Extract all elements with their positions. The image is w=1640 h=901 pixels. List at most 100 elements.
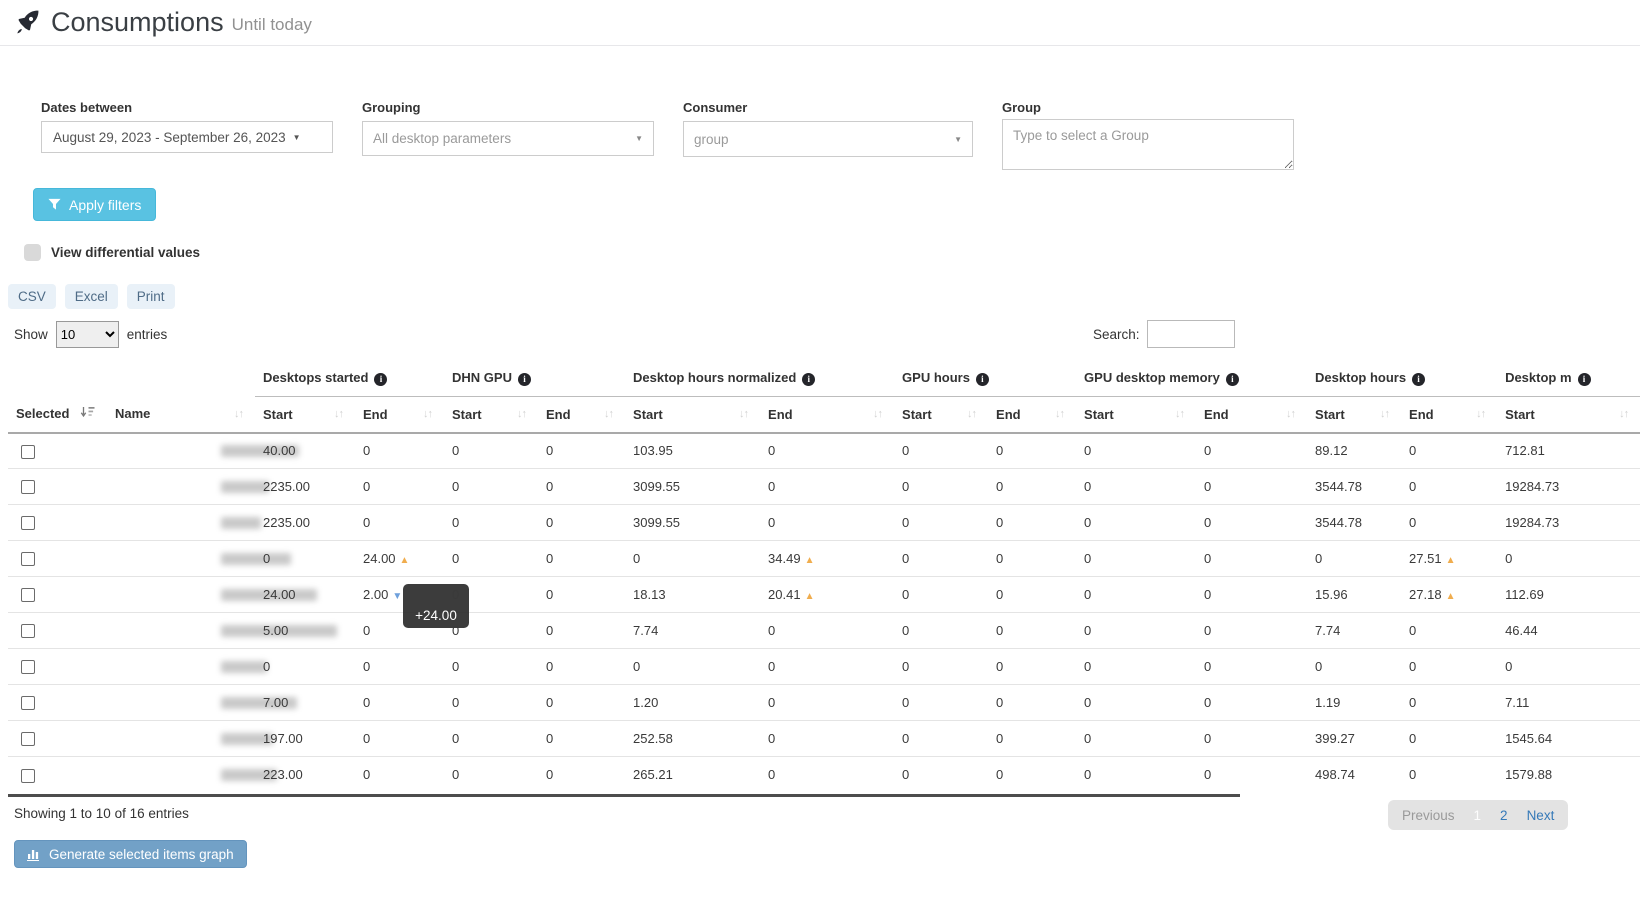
excel-button[interactable]: Excel [65,284,118,309]
cell-value: 0 [452,623,459,638]
page-button-2[interactable]: 2 [1500,808,1508,823]
value-cell: 0 [894,505,988,541]
name-cell [107,721,255,757]
sort-icon[interactable]: ↓↑ [334,408,343,420]
info-icon[interactable]: i [1412,373,1425,386]
sort-icon[interactable]: ↓↑ [423,408,432,420]
info-icon[interactable]: i [802,373,815,386]
cell-value: 3544.78 [1315,515,1362,530]
group-header: GPU hoursi [894,360,1076,396]
column-header-start[interactable]: Start↓↑ [1076,396,1196,433]
sort-icon[interactable]: ↓↑ [1286,408,1295,420]
sort-icon[interactable]: ↓↑ [517,408,526,420]
print-button[interactable]: Print [127,284,175,309]
cell-value: 19284.73 [1505,479,1559,494]
row-checkbox[interactable] [21,516,35,530]
page-length-select[interactable]: 10 [56,321,119,348]
cell-value: 0 [902,731,909,746]
column-header-start[interactable]: Start↓↑ [255,396,355,433]
value-cell: 0 [988,721,1076,757]
column-header-label: Start [633,407,663,422]
sort-icon[interactable]: ↓↑ [873,408,882,420]
sort-icon[interactable]: ↓↑ [234,408,243,420]
consumptions-page: Consumptions Until today Dates between A… [0,0,1640,901]
group-input[interactable] [1002,119,1294,170]
column-header-name[interactable]: Name↓↑ [107,396,255,433]
value-cell: 0 [1076,649,1196,685]
generate-graph-button[interactable]: Generate selected items graph [14,840,247,868]
row-checkbox[interactable] [21,660,35,674]
cell-value: 1579.88 [1505,767,1552,782]
dates-range-picker[interactable]: August 29, 2023 - September 26, 2023 ▼ [41,121,333,153]
row-checkbox[interactable] [21,552,35,566]
info-icon[interactable]: i [518,373,531,386]
cell-value: 27.18 [1409,587,1442,602]
value-cell: 0 [760,649,894,685]
group-header-label: Desktop m [1505,370,1571,385]
sort-icon[interactable]: ↓↑ [1476,408,1485,420]
value-cell: 3099.55 [625,505,760,541]
info-icon[interactable]: i [976,373,989,386]
row-checkbox[interactable] [21,624,35,638]
column-header-start[interactable]: Start ↓↑ [1497,396,1640,433]
value-cell: 0 [1401,433,1497,469]
sort-icon[interactable]: ↓↑ [1619,408,1628,420]
column-header-label: Start [1505,407,1535,422]
page-button-next[interactable]: Next [1527,808,1555,823]
row-checkbox[interactable] [21,696,35,710]
column-header-end[interactable]: End↓↑ [1196,396,1307,433]
grouping-select[interactable]: All desktop parameters ▼ [362,121,654,156]
column-header-end[interactable]: End↓↑ [355,396,444,433]
cell-value: 0 [363,623,370,638]
row-checkbox[interactable] [21,769,35,783]
cell-value: 0 [1409,767,1416,782]
column-header-end[interactable]: End↓↑ [538,396,625,433]
column-header-selected[interactable]: Selected [8,396,107,433]
column-header-end[interactable]: End↓↑ [760,396,894,433]
sort-icon[interactable]: ↓↑ [604,408,613,420]
value-cell: 0 [355,685,444,721]
sort-icon[interactable]: ↓↑ [1175,408,1184,420]
select-cell [8,613,107,649]
row-checkbox[interactable] [21,445,35,459]
info-icon[interactable]: i [1226,373,1239,386]
cell-value: 20.41 [768,587,801,602]
cell-value: 0 [1204,695,1211,710]
sort-icon[interactable] [80,406,95,421]
value-cell: 0 [1196,541,1307,577]
table-row: 0000000000000 [8,649,1640,685]
column-header-start[interactable]: Start↓↑ [894,396,988,433]
sort-icon[interactable]: ↓↑ [1055,408,1064,420]
column-header-start[interactable]: Start↓↑ [444,396,538,433]
row-checkbox[interactable] [21,588,35,602]
cell-value: 3099.55 [633,479,680,494]
cell-value: 0 [996,551,1003,566]
value-cell: 0 [444,541,538,577]
csv-button[interactable]: CSV [8,284,56,309]
value-cell: 0 [988,757,1076,793]
table-search: Search: [1093,320,1235,348]
table-row: 024.00▲00034.49▲0000027.51▲0 [8,541,1640,577]
value-cell: 0 [444,433,538,469]
column-header-start[interactable]: Start ↓↑ [625,396,760,433]
grouping-label: Grouping [362,100,421,115]
info-icon[interactable]: i [1578,373,1591,386]
cell-value: 0 [1084,767,1091,782]
consumer-select[interactable]: group ▼ [683,121,973,157]
column-header-end[interactable]: End↓↑ [988,396,1076,433]
differential-checkbox[interactable] [24,244,41,261]
search-input[interactable] [1147,320,1235,348]
sort-icon[interactable]: ↓↑ [1380,408,1389,420]
info-icon[interactable]: i [374,373,387,386]
value-cell: 0 [894,685,988,721]
value-cell: 0 [1076,433,1196,469]
sort-icon[interactable]: ↓↑ [739,408,748,420]
group-header: Desktop m i [1497,360,1640,396]
row-checkbox[interactable] [21,480,35,494]
apply-filters-button[interactable]: Apply filters [33,188,156,221]
row-checkbox[interactable] [21,732,35,746]
group-header: Desktops startedi [255,360,444,396]
sort-icon[interactable]: ↓↑ [967,408,976,420]
column-header-start[interactable]: Start↓↑ [1307,396,1401,433]
column-header-end[interactable]: End↓↑ [1401,396,1497,433]
